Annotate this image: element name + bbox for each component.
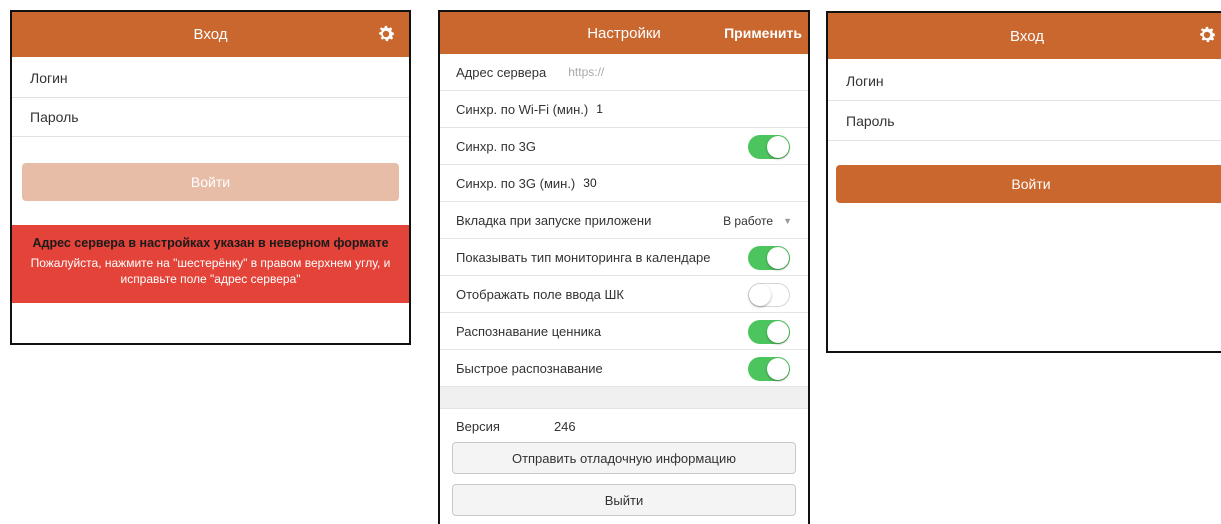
fast-recognition-label: Быстрое распознавание	[456, 360, 603, 376]
error-title: Адрес сервера в настройках указан в неве…	[32, 236, 389, 250]
header-bar: Настройки Применить	[440, 12, 808, 54]
gear-icon[interactable]	[375, 23, 397, 45]
header-bar: Вход	[828, 13, 1221, 59]
settings-screen: Настройки Применить Адрес сервера https:…	[438, 10, 810, 524]
section-separator	[440, 387, 808, 409]
sync-3g-row: Синхр. по 3G	[440, 128, 808, 165]
startup-tab-label: Вкладка при запуске приложени	[456, 212, 652, 228]
login-input[interactable]: Логин	[12, 59, 409, 98]
show-barcode-field-row: Отображать поле ввода ШК	[440, 276, 808, 313]
startup-tab-select[interactable]: В работе ▼	[723, 202, 792, 239]
logout-label: Выйти	[604, 492, 644, 508]
password-input[interactable]: Пароль	[12, 98, 409, 137]
password-placeholder: Пароль	[30, 109, 79, 125]
password-input[interactable]: Пароль	[828, 101, 1221, 141]
header-title: Настройки	[587, 24, 661, 42]
sync-3g-interval-value: 30	[583, 176, 597, 190]
server-address-row[interactable]: Адрес сервера https://	[440, 54, 808, 91]
logout-button[interactable]: Выйти	[452, 484, 796, 516]
header-bar: Вход	[12, 12, 409, 57]
sync-3g-interval-label: Синхр. по 3G (мин.)	[456, 175, 576, 191]
wifi-sync-value: 1	[596, 102, 603, 116]
server-address-label: Адрес сервера	[456, 64, 547, 80]
wifi-sync-row[interactable]: Синхр. по Wi-Fi (мин.) 1	[440, 91, 808, 128]
login-input[interactable]: Логин	[828, 61, 1221, 101]
send-debug-button[interactable]: Отправить отладочную информацию	[452, 442, 796, 474]
show-barcode-field-toggle[interactable]	[748, 283, 790, 307]
wifi-sync-label: Синхр. по Wi-Fi (мин.)	[456, 101, 589, 117]
send-debug-label: Отправить отладочную информацию	[511, 450, 737, 466]
startup-tab-row: Вкладка при запуске приложени В работе ▼	[440, 202, 808, 239]
version-label: Версия	[456, 419, 500, 434]
fast-recognition-row: Быстрое распознавание	[440, 350, 808, 387]
server-address-placeholder: https://	[568, 65, 605, 79]
login-button-label: Войти	[190, 174, 231, 190]
sync-3g-label: Синхр. по 3G	[456, 138, 537, 154]
version-value: 246	[553, 419, 576, 434]
toggle-knob	[767, 136, 789, 158]
header-title: Вход	[193, 26, 228, 43]
login-placeholder: Логин	[846, 72, 884, 89]
caret-down-icon: ▼	[783, 215, 792, 226]
toggle-knob	[767, 321, 789, 343]
error-text: Пожалуйста, нажмите на "шестерёнку" в пр…	[30, 256, 391, 286]
login-button[interactable]: Войти	[22, 163, 399, 201]
price-tag-recognition-label: Распознавание ценника	[456, 323, 602, 339]
show-barcode-field-label: Отображать поле ввода ШК	[456, 286, 624, 302]
toggle-knob	[749, 284, 771, 306]
login-error-screen: Вход Логин Пароль Войти Адрес сервера в …	[10, 10, 411, 345]
login-button[interactable]: Войти	[836, 165, 1221, 203]
login-screen: Вход Логин Пароль Войти	[826, 11, 1221, 353]
show-monitoring-type-row: Показывать тип мониторинга в календаре	[440, 239, 808, 276]
login-placeholder: Логин	[30, 70, 68, 86]
fast-recognition-toggle[interactable]	[748, 357, 790, 381]
version-row: Версия 246	[440, 408, 808, 445]
price-tag-recognition-toggle[interactable]	[748, 320, 790, 344]
gear-icon[interactable]	[1196, 24, 1218, 46]
login-button-label: Войти	[1011, 176, 1051, 192]
toggle-knob	[767, 247, 789, 269]
show-monitoring-type-toggle[interactable]	[748, 246, 790, 270]
password-placeholder: Пароль	[846, 112, 895, 129]
apply-button[interactable]: Применить	[724, 25, 802, 41]
toggle-knob	[767, 358, 789, 380]
sync-3g-interval-row[interactable]: Синхр. по 3G (мин.) 30	[440, 165, 808, 202]
show-monitoring-type-label: Показывать тип мониторинга в календаре	[456, 249, 711, 265]
sync-3g-toggle[interactable]	[748, 135, 790, 159]
header-title: Вход	[1010, 27, 1044, 45]
startup-tab-value: В работе	[723, 213, 774, 228]
price-tag-recognition-row: Распознавание ценника	[440, 313, 808, 350]
error-banner: Адрес сервера в настройках указан в неве…	[12, 225, 409, 303]
